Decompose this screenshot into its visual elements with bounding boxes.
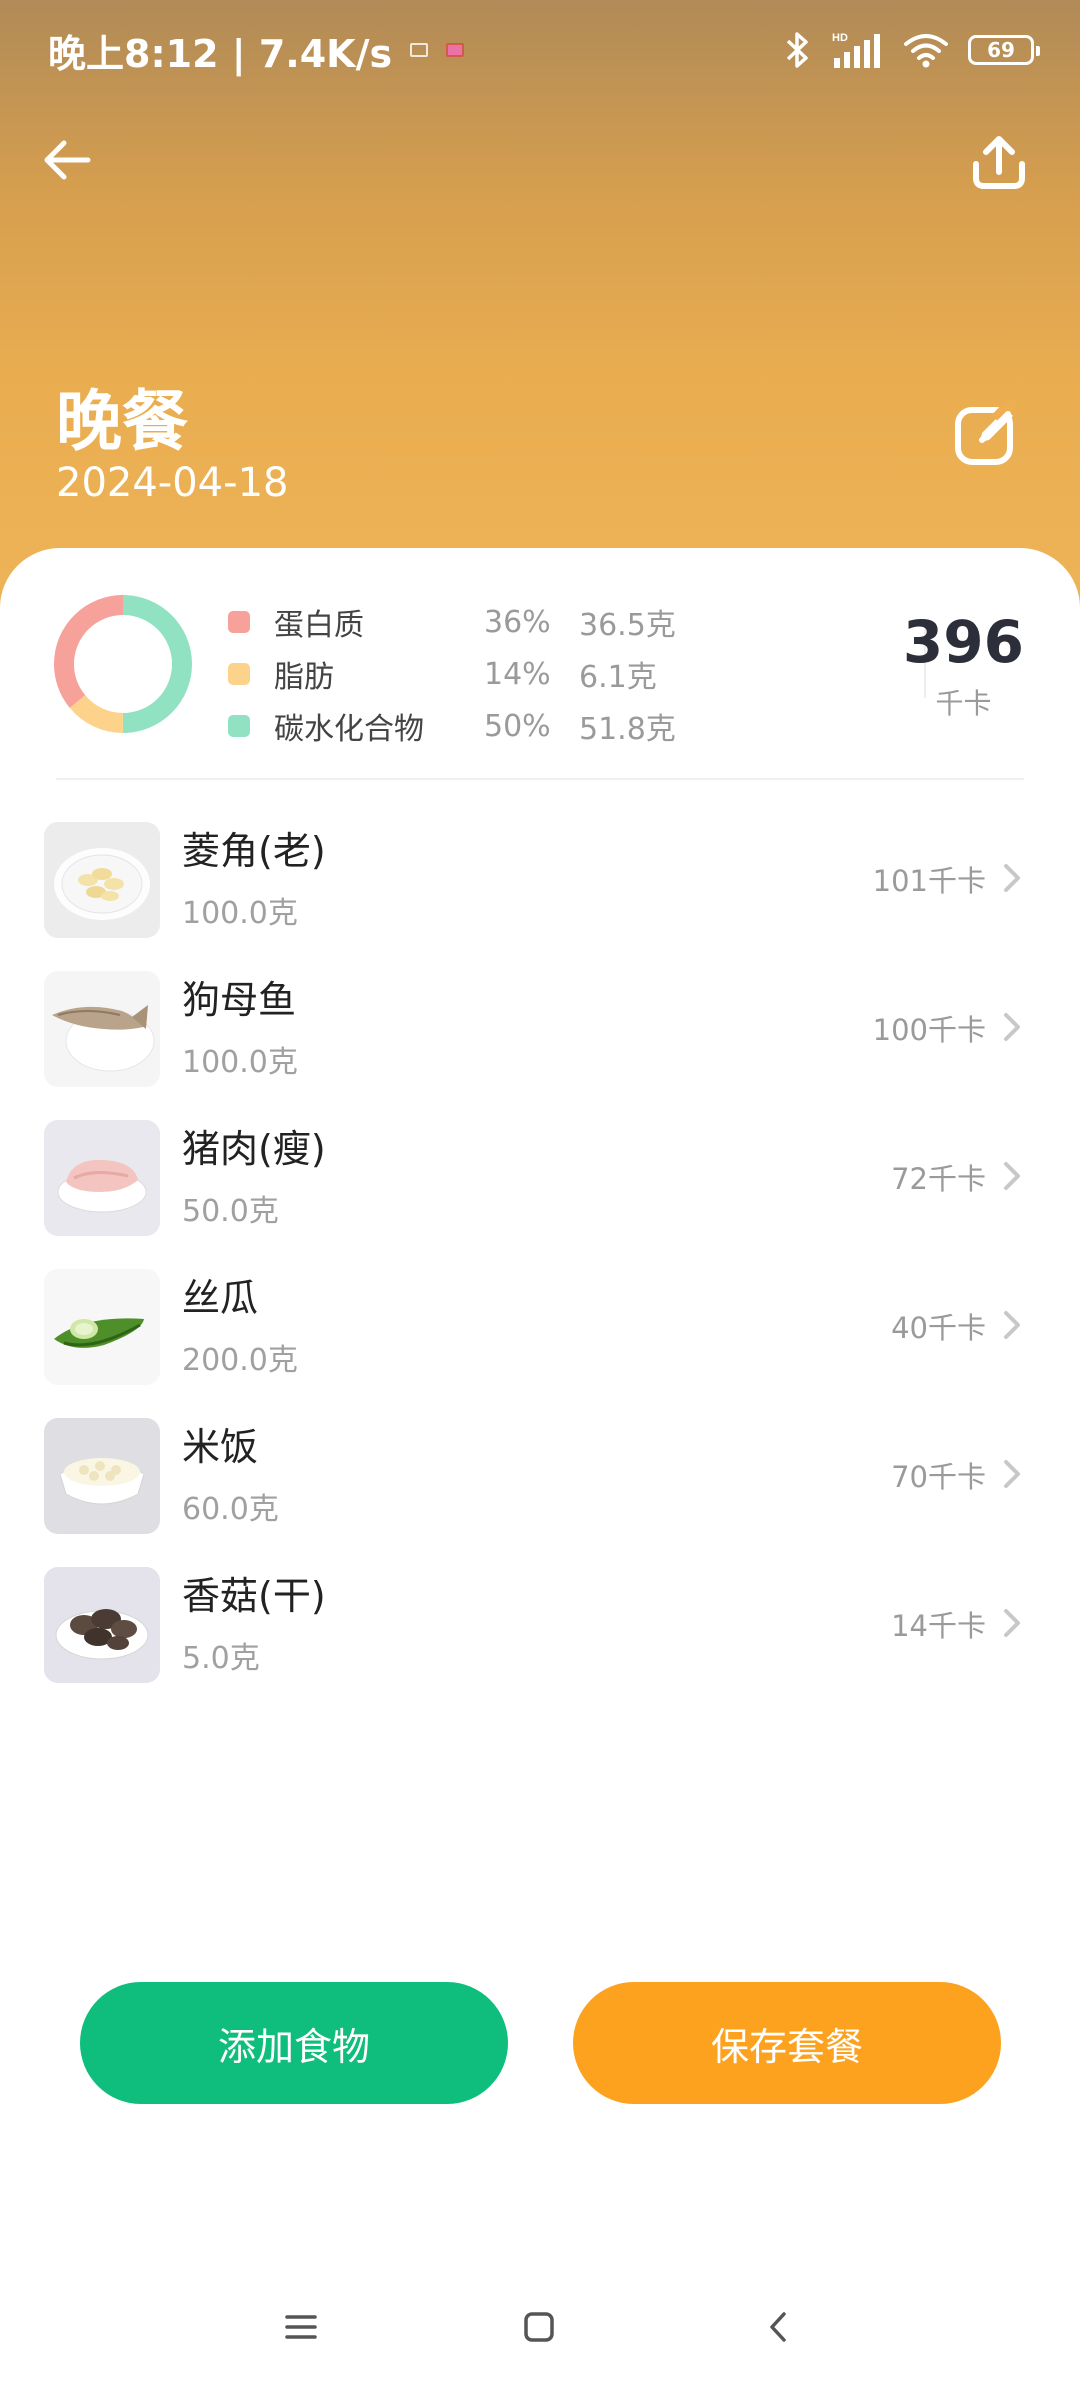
loofah-image [44, 1269, 160, 1385]
chevron-right-icon [1004, 1460, 1020, 1488]
list-item[interactable]: 丝瓜 200.0克 40千卡 [0, 1255, 1080, 1404]
food-weight: 5.0克 [182, 1641, 260, 1676]
food-kcal: 40千卡 [891, 1311, 986, 1345]
food-name: 猪肉(瘦) [182, 1127, 326, 1171]
share-upload-icon[interactable] [966, 130, 1032, 196]
food-kcal: 70千卡 [891, 1460, 986, 1494]
battery-level: 69 [987, 38, 1015, 62]
list-item[interactable]: 猪肉(瘦) 50.0克 72千卡 [0, 1106, 1080, 1255]
chevron-right-icon [1004, 1162, 1020, 1190]
chevron-right-icon [1004, 1311, 1020, 1339]
food-weight: 200.0克 [182, 1343, 298, 1378]
dried-shiitake-image [44, 1567, 160, 1683]
total-calories: 396 千卡 [903, 608, 1024, 722]
menu-icon[interactable] [284, 2310, 318, 2344]
hd-signal-icon: HD [832, 32, 880, 68]
legend-grams: 51.8克 [579, 712, 676, 747]
lean-pork-image [44, 1120, 160, 1236]
meal-title: 晚餐 [56, 383, 188, 460]
food-kcal: 14千卡 [891, 1609, 986, 1643]
rice-image [44, 1418, 160, 1534]
list-item[interactable]: 狗母鱼 100.0克 100千卡 [0, 957, 1080, 1106]
legend-percent: 36% [484, 604, 551, 640]
summary-divider [56, 778, 1024, 780]
status-time-speed: 晚上8:12 | 7.4K/s [48, 31, 393, 76]
legend-grams: 6.1克 [579, 660, 657, 695]
food-weight: 100.0克 [182, 1045, 298, 1080]
edit-icon[interactable] [952, 400, 1022, 470]
legend-percent: 14% [484, 656, 551, 692]
legend-name: 蛋白质 [274, 608, 364, 643]
food-name: 米饭 [182, 1425, 259, 1469]
fat-color-dot [228, 663, 250, 685]
legend-row-carbs: 碳水化合物 50% 51.8克 [228, 700, 676, 752]
svg-text:HD: HD [832, 32, 848, 44]
food-list: 菱角(老) 100.0克 101千卡 狗母鱼 100.0克 100千卡 猪肉(瘦… [0, 808, 1080, 1702]
system-nav-bar [0, 2290, 1080, 2370]
nutrition-summary: 蛋白质 36% 36.5克 脂肪 14% 6.1克 碳水化合物 50% 51.8… [0, 548, 1080, 778]
carbs-color-dot [228, 715, 250, 737]
bluetooth-icon [786, 32, 808, 68]
add-food-button[interactable]: 添加食物 [80, 1982, 508, 2104]
water-caltrop-image [44, 822, 160, 938]
food-kcal: 101千卡 [872, 864, 986, 898]
battery-icon: 69 [968, 35, 1040, 65]
food-name: 丝瓜 [182, 1276, 259, 1320]
macro-legend: 蛋白质 36% 36.5克 脂肪 14% 6.1克 碳水化合物 50% 51.8… [228, 596, 676, 752]
legend-grams: 36.5克 [579, 608, 676, 643]
chevron-right-icon [1004, 1013, 1020, 1041]
protein-color-dot [228, 611, 250, 633]
legend-name: 脂肪 [274, 660, 334, 695]
notification-icon [410, 43, 429, 57]
chevron-right-icon [1004, 864, 1020, 892]
food-weight: 50.0克 [182, 1194, 279, 1229]
food-weight: 100.0克 [182, 896, 298, 931]
meal-date: 2024-04-18 [56, 460, 289, 506]
total-kcal-value: 396 [902, 608, 1024, 676]
list-item[interactable]: 菱角(老) 100.0克 101千卡 [0, 808, 1080, 957]
status-bar: 晚上8:12 | 7.4K/s HD 69 [0, 0, 1080, 100]
legend-name: 碳水化合物 [274, 712, 424, 747]
wifi-icon [904, 34, 948, 68]
list-item[interactable]: 米饭 60.0克 70千卡 [0, 1404, 1080, 1553]
food-kcal: 72千卡 [891, 1162, 986, 1196]
food-kcal: 100千卡 [872, 1013, 986, 1047]
back-icon[interactable] [762, 2310, 796, 2344]
home-icon[interactable] [522, 2310, 556, 2344]
legend-row-protein: 蛋白质 36% 36.5克 [228, 596, 676, 648]
back-arrow-icon[interactable] [38, 130, 98, 190]
food-name: 狗母鱼 [182, 978, 297, 1022]
total-kcal-unit: 千卡 [935, 687, 992, 720]
food-name: 香菇(干) [182, 1574, 326, 1618]
lizardfish-image [44, 971, 160, 1087]
macro-donut-chart [54, 595, 192, 733]
food-weight: 60.0克 [182, 1492, 279, 1527]
legend-row-fat: 脂肪 14% 6.1克 [228, 648, 676, 700]
save-meal-button[interactable]: 保存套餐 [573, 1982, 1001, 2104]
meal-card: 蛋白质 36% 36.5克 脂肪 14% 6.1克 碳水化合物 50% 51.8… [0, 548, 1080, 2400]
legend-percent: 50% [484, 708, 551, 744]
food-name: 菱角(老) [182, 829, 326, 873]
list-item[interactable]: 香菇(干) 5.0克 14千卡 [0, 1553, 1080, 1702]
chevron-right-icon [1004, 1609, 1020, 1637]
notification-app-icon [446, 43, 465, 57]
